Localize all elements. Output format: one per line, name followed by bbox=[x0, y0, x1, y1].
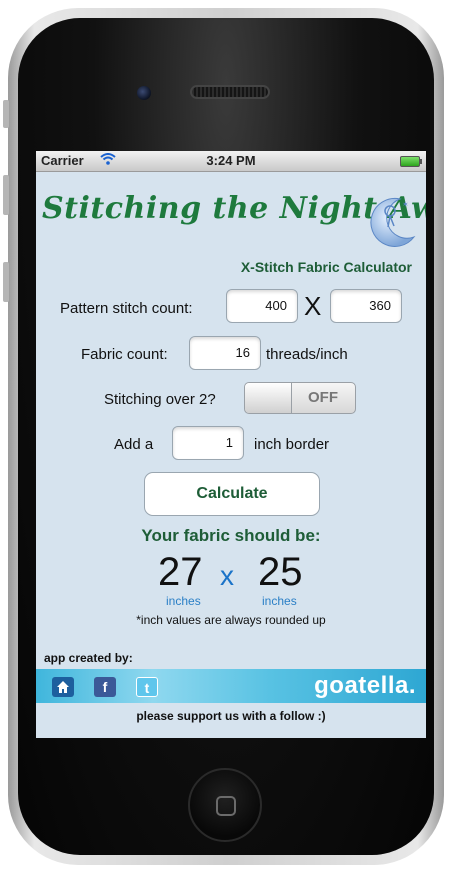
rounding-note: *inch values are always rounded up bbox=[136, 613, 326, 627]
facebook-icon[interactable]: f bbox=[94, 677, 116, 697]
goatella-logo[interactable]: goatella. bbox=[314, 672, 416, 700]
moon-logo-icon: ✶ bbox=[364, 193, 420, 249]
app-screen: Carrier 3:24 PM Stitching the Night Away… bbox=[36, 151, 426, 738]
pattern-width-input[interactable]: 400 bbox=[226, 289, 298, 323]
home-icon[interactable] bbox=[52, 677, 74, 697]
support-text: please support us with a follow :) bbox=[136, 709, 326, 723]
pattern-height-input[interactable]: 360 bbox=[330, 289, 402, 323]
fabric-count-label: Fabric count: bbox=[81, 346, 168, 363]
credit-label: app created by: bbox=[44, 651, 133, 665]
battery-icon bbox=[400, 156, 422, 167]
fabric-count-input[interactable]: 16 bbox=[189, 336, 261, 370]
volume-down-button bbox=[3, 262, 9, 302]
mute-switch bbox=[3, 100, 9, 128]
twitter-icon[interactable]: t bbox=[136, 677, 158, 697]
border-suffix-label: inch border bbox=[254, 436, 330, 453]
social-banner: f t goatella. bbox=[36, 669, 426, 703]
toggle-state: OFF bbox=[308, 389, 338, 406]
home-square-icon bbox=[216, 796, 236, 816]
status-time: 3:24 PM bbox=[206, 153, 256, 168]
camera-icon bbox=[137, 86, 151, 100]
result-height: 25 bbox=[258, 550, 303, 594]
over2-toggle[interactable]: OFF bbox=[244, 382, 356, 414]
border-prefix-label: Add a bbox=[114, 436, 154, 453]
result-heading: Your fabric should be: bbox=[141, 526, 321, 545]
volume-up-button bbox=[3, 175, 9, 215]
calculate-button[interactable]: Calculate bbox=[144, 472, 320, 516]
result-width: 27 bbox=[158, 550, 203, 594]
home-button[interactable] bbox=[188, 768, 262, 842]
toggle-knob bbox=[245, 383, 292, 413]
over2-label: Stitching over 2? bbox=[104, 391, 216, 408]
times-symbol: X bbox=[304, 291, 322, 321]
svg-text:✶: ✶ bbox=[402, 200, 409, 209]
result-width-unit: inches bbox=[166, 594, 201, 608]
earpiece-speaker bbox=[190, 85, 270, 99]
result-height-unit: inches bbox=[262, 594, 297, 608]
status-bar: Carrier 3:24 PM bbox=[36, 151, 426, 172]
fabric-unit-label: threads/inch bbox=[266, 346, 348, 363]
app-subtitle: X-Stitch Fabric Calculator bbox=[240, 259, 412, 275]
border-input[interactable]: 1 bbox=[172, 426, 244, 460]
pattern-stitch-label: Pattern stitch count: bbox=[60, 300, 193, 317]
result-times-symbol: x bbox=[220, 560, 234, 591]
